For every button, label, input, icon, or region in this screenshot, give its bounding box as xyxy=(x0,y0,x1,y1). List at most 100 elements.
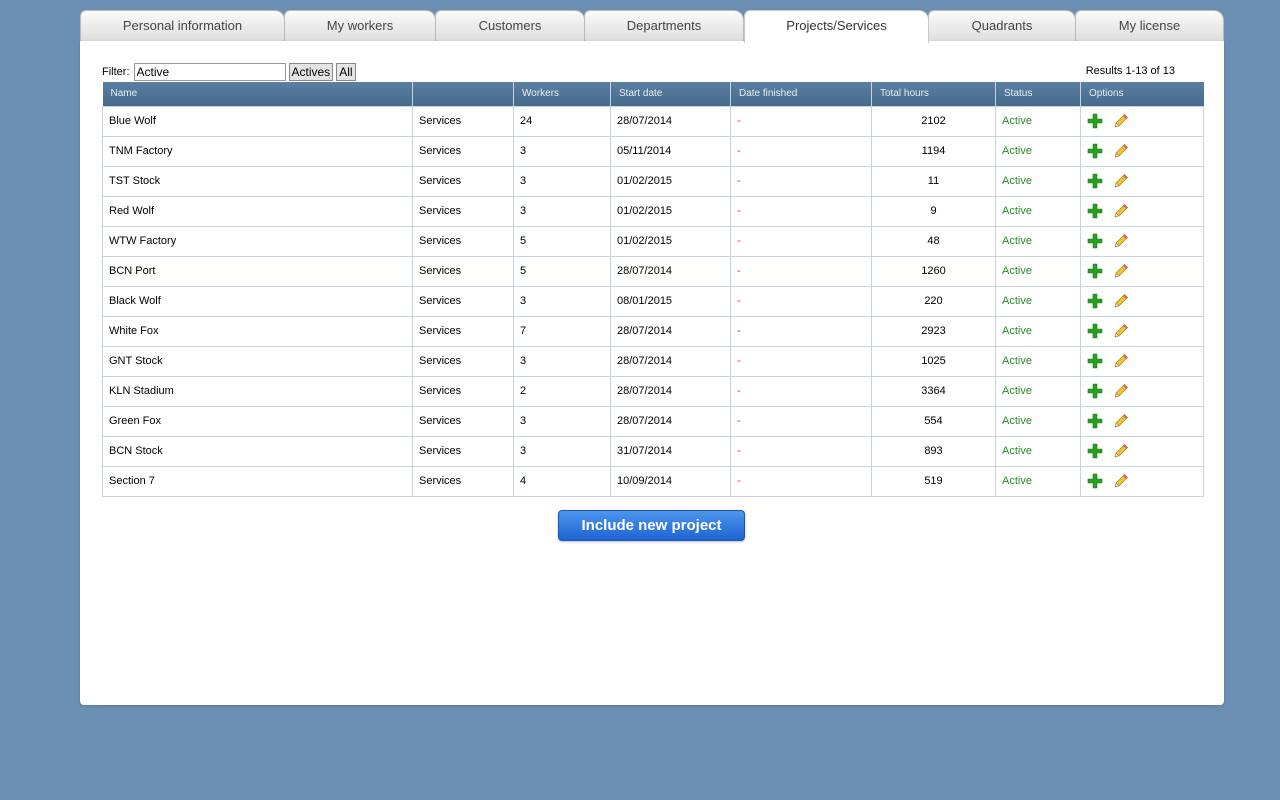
add-icon[interactable] xyxy=(1087,143,1103,159)
project-options xyxy=(1080,405,1204,437)
pencil-icon[interactable] xyxy=(1113,293,1129,309)
table-row[interactable]: Green Fox Services 3 28/07/2014-554 Active xyxy=(102,405,1204,437)
projects-table: Name Workers Start date Date finished To… xyxy=(102,82,1204,497)
project-workers: 24 xyxy=(513,105,611,137)
add-icon[interactable] xyxy=(1087,173,1103,189)
project-name[interactable]: Red Wolf xyxy=(102,195,413,227)
filter-label: Filter: xyxy=(102,66,130,78)
project-start-date: 01/02/2015 xyxy=(610,165,731,197)
table-row[interactable]: WTW Factory Services 5 01/02/2015-48 Active xyxy=(102,225,1204,257)
table-row[interactable]: Section 7 Services 4 10/09/2014-519 Active xyxy=(102,465,1204,497)
project-options xyxy=(1080,285,1204,317)
filter-bar: Filter: Actives All xyxy=(102,63,356,81)
tab-personal-information[interactable]: Personal information xyxy=(80,10,285,41)
project-name[interactable]: TNM Factory xyxy=(102,135,413,167)
tab-my-license[interactable]: My license xyxy=(1075,10,1224,41)
add-icon[interactable] xyxy=(1087,293,1103,309)
pencil-icon[interactable] xyxy=(1113,323,1129,339)
project-status: Active xyxy=(995,465,1081,497)
add-icon[interactable] xyxy=(1087,203,1103,219)
pencil-icon[interactable] xyxy=(1113,173,1129,189)
project-name[interactable]: BCN Port xyxy=(102,255,413,287)
pencil-icon[interactable] xyxy=(1113,413,1129,429)
project-type: Services xyxy=(412,465,514,497)
pencil-icon[interactable] xyxy=(1113,263,1129,279)
column-header-date-finished[interactable]: Date finished xyxy=(730,82,872,106)
project-status: Active xyxy=(995,375,1081,407)
project-status: Active xyxy=(995,105,1081,137)
add-icon[interactable] xyxy=(1087,233,1103,249)
add-icon[interactable] xyxy=(1087,113,1103,129)
add-icon[interactable] xyxy=(1087,473,1103,489)
project-type: Services xyxy=(412,135,514,167)
project-options xyxy=(1080,105,1204,137)
project-name[interactable]: Blue Wolf xyxy=(102,105,413,137)
project-name[interactable]: Black Wolf xyxy=(102,285,413,317)
table-row[interactable]: Black Wolf Services 3 08/01/2015-220 Active xyxy=(102,285,1204,317)
project-workers: 7 xyxy=(513,315,611,347)
table-row[interactable]: BCN Stock Services 3 31/07/2014-893 Active xyxy=(102,435,1204,467)
table-row[interactable]: White Fox Services 7 28/07/2014-2923 Active xyxy=(102,315,1204,347)
tab-projects-services[interactable]: Projects/Services xyxy=(744,10,929,43)
column-header-status[interactable]: Status xyxy=(995,82,1081,106)
project-status: Active xyxy=(995,195,1081,227)
table-row[interactable]: Blue Wolf Services 24 28/07/2014-2102 Active xyxy=(102,105,1204,137)
pencil-icon[interactable] xyxy=(1113,383,1129,399)
add-icon[interactable] xyxy=(1087,323,1103,339)
project-name[interactable]: White Fox xyxy=(102,315,413,347)
project-options xyxy=(1080,435,1204,467)
project-workers: 3 xyxy=(513,435,611,467)
include-new-project-button[interactable]: Include new project xyxy=(558,510,745,541)
pencil-icon[interactable] xyxy=(1113,353,1129,369)
project-total-hours: 11 xyxy=(871,165,996,197)
column-header-options: Options xyxy=(1080,82,1204,106)
add-icon[interactable] xyxy=(1087,443,1103,459)
project-name[interactable]: GNT Stock xyxy=(102,345,413,377)
tab-quadrants[interactable]: Quadrants xyxy=(928,10,1076,41)
column-header-start-date[interactable]: Start date xyxy=(610,82,731,106)
project-name[interactable]: Section 7 xyxy=(102,465,413,497)
project-date-finished: - xyxy=(730,285,872,317)
pencil-icon[interactable] xyxy=(1113,203,1129,219)
tab-departments[interactable]: Departments xyxy=(584,10,744,41)
tab-customers[interactable]: Customers xyxy=(435,10,585,41)
table-row[interactable]: TST Stock Services 3 01/02/2015-11 Active xyxy=(102,165,1204,197)
project-options xyxy=(1080,375,1204,407)
table-row[interactable]: KLN Stadium Services 2 28/07/2014-3364 Activ… xyxy=(102,375,1204,407)
project-start-date: 28/07/2014 xyxy=(610,405,731,437)
add-icon[interactable] xyxy=(1087,383,1103,399)
column-header-total-hours[interactable]: Total hours xyxy=(871,82,996,106)
pencil-icon[interactable] xyxy=(1113,143,1129,159)
table-header-row: Name Workers Start date Date finished To… xyxy=(102,82,1204,106)
table-row[interactable]: TNM Factory Services 3 05/11/2014-1194 Activ… xyxy=(102,135,1204,167)
add-icon[interactable] xyxy=(1087,413,1103,429)
add-icon[interactable] xyxy=(1087,353,1103,369)
pencil-icon[interactable] xyxy=(1113,473,1129,489)
project-type: Services xyxy=(412,255,514,287)
project-status: Active xyxy=(995,435,1081,467)
project-name[interactable]: KLN Stadium xyxy=(102,375,413,407)
tab-my-workers[interactable]: My workers xyxy=(284,10,436,41)
table-row[interactable]: GNT Stock Services 3 28/07/2014-1025 Active xyxy=(102,345,1204,377)
project-name[interactable]: BCN Stock xyxy=(102,435,413,467)
project-options xyxy=(1080,165,1204,197)
pencil-icon[interactable] xyxy=(1113,113,1129,129)
column-header-workers[interactable]: Workers xyxy=(513,82,611,106)
project-name[interactable]: Green Fox xyxy=(102,405,413,437)
project-name[interactable]: TST Stock xyxy=(102,165,413,197)
pencil-icon[interactable] xyxy=(1113,233,1129,249)
project-workers: 5 xyxy=(513,255,611,287)
project-name[interactable]: WTW Factory xyxy=(102,225,413,257)
filter-input[interactable] xyxy=(133,63,286,81)
project-total-hours: 220 xyxy=(871,285,996,317)
pencil-icon[interactable] xyxy=(1113,443,1129,459)
all-button[interactable]: All xyxy=(336,63,356,81)
project-options xyxy=(1080,225,1204,257)
actives-button[interactable]: Actives xyxy=(288,63,334,81)
table-row[interactable]: BCN Port Services 5 28/07/2014-1260 Active xyxy=(102,255,1204,287)
column-header-name[interactable]: Name xyxy=(102,82,413,106)
project-workers: 3 xyxy=(513,165,611,197)
project-options xyxy=(1080,195,1204,227)
table-row[interactable]: Red Wolf Services 3 01/02/2015-9 Active xyxy=(102,195,1204,227)
add-icon[interactable] xyxy=(1087,263,1103,279)
